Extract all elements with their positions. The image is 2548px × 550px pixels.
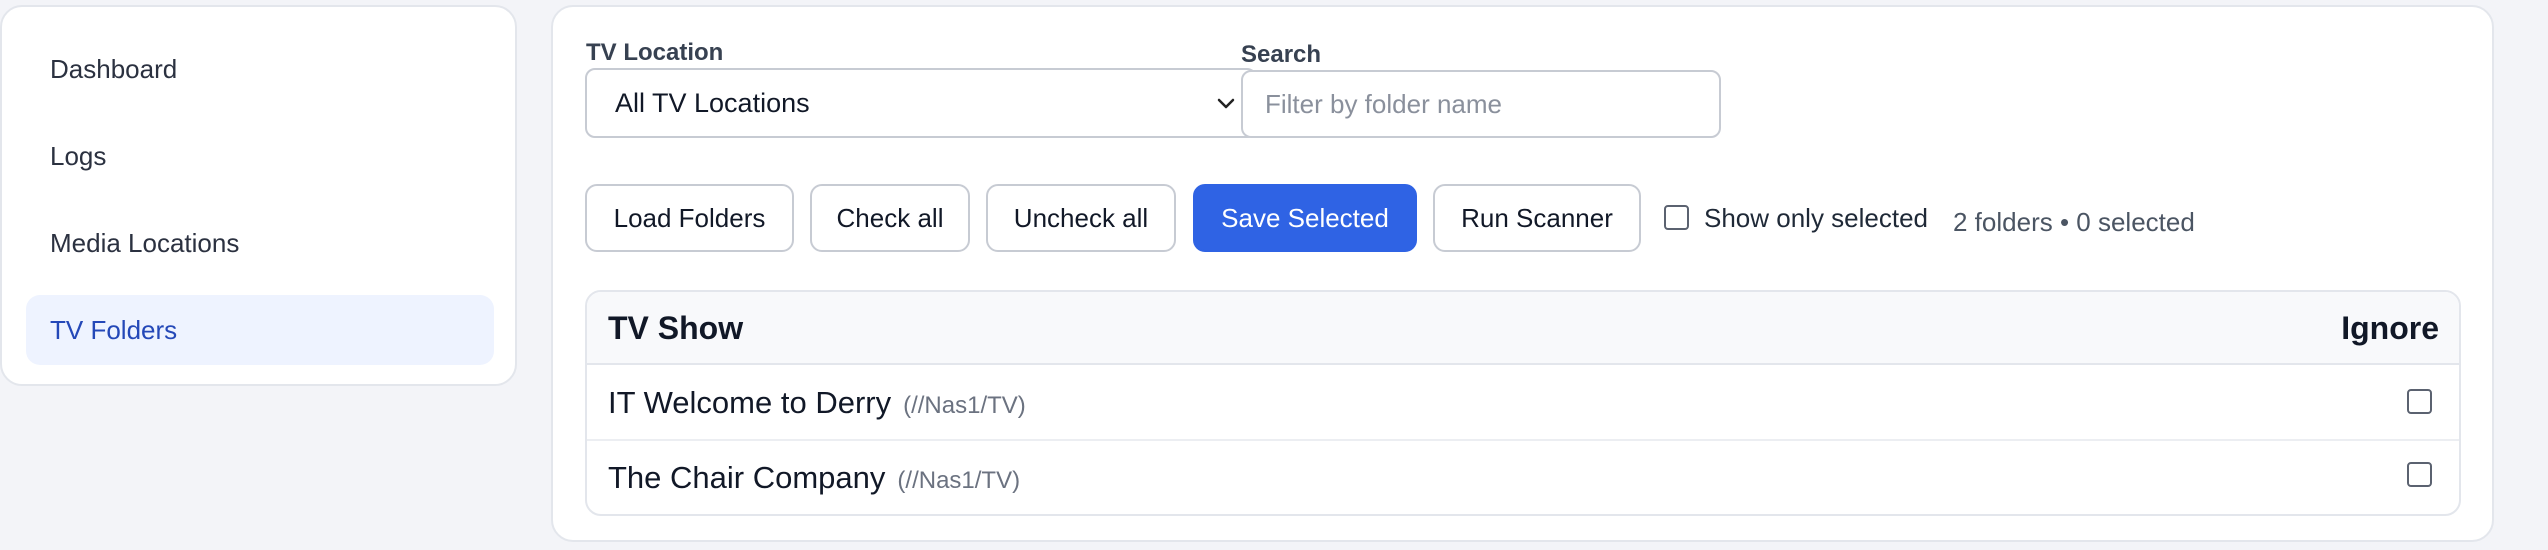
table-header: TV Show Ignore xyxy=(587,292,2459,365)
row-title: IT Welcome to Derry (//Nas1/TV) xyxy=(608,385,1026,421)
show-path: (//Nas1/TV) xyxy=(897,467,1021,494)
sidebar-item-tv-folders[interactable]: TV Folders xyxy=(26,295,494,365)
table-row: The Chair Company (//Nas1/TV) xyxy=(587,441,2459,514)
show-name: IT Welcome to Derry xyxy=(608,385,892,420)
show-only-selected-label: Show only selected xyxy=(1704,203,1929,233)
sidebar-item-label: Logs xyxy=(50,140,107,171)
load-folders-button[interactable]: Load Folders xyxy=(585,184,794,252)
tv-folders-table: TV Show Ignore IT Welcome to Derry (//Nas… xyxy=(585,290,2461,516)
check-all-button[interactable]: Check all xyxy=(810,184,970,252)
ignore-checkbox[interactable] xyxy=(2407,389,2432,414)
main-panel: TV Location All TV Locations Search Load… xyxy=(551,5,2494,542)
uncheck-all-button[interactable]: Uncheck all xyxy=(986,184,1176,252)
sidebar-item-logs[interactable]: Logs xyxy=(26,121,494,191)
tv-location-value: All TV Locations xyxy=(615,87,810,118)
table-row: IT Welcome to Derry (//Nas1/TV) xyxy=(587,365,2459,439)
show-path: (//Nas1/TV) xyxy=(903,392,1026,419)
sidebar-item-label: Dashboard xyxy=(50,53,178,84)
ignore-checkbox[interactable] xyxy=(2407,462,2432,487)
show-only-selected-checkbox[interactable] xyxy=(1664,205,1689,230)
tv-location-select[interactable]: All TV Locations xyxy=(585,68,1257,138)
column-header-tv-show: TV Show xyxy=(608,310,744,346)
chevron-down-icon xyxy=(1217,98,1235,109)
selection-summary: 2 folders • 0 selected xyxy=(1953,207,2195,237)
search-label: Search xyxy=(1241,41,1322,68)
column-header-ignore: Ignore xyxy=(2341,310,2439,346)
save-selected-button[interactable]: Save Selected xyxy=(1193,184,1417,252)
show-name: The Chair Company xyxy=(608,460,886,495)
sidebar-item-label: Media Locations xyxy=(50,227,240,258)
sidebar: Dashboard Logs Media Locations TV Folder… xyxy=(0,5,517,386)
sidebar-item-label: TV Folders xyxy=(50,314,178,345)
search-input[interactable] xyxy=(1241,70,1721,138)
row-title: The Chair Company (//Nas1/TV) xyxy=(608,460,1020,496)
sidebar-item-media-locations[interactable]: Media Locations xyxy=(26,208,494,278)
tv-location-label: TV Location xyxy=(586,39,724,66)
sidebar-item-dashboard[interactable]: Dashboard xyxy=(26,34,494,104)
run-scanner-button[interactable]: Run Scanner xyxy=(1433,184,1641,252)
